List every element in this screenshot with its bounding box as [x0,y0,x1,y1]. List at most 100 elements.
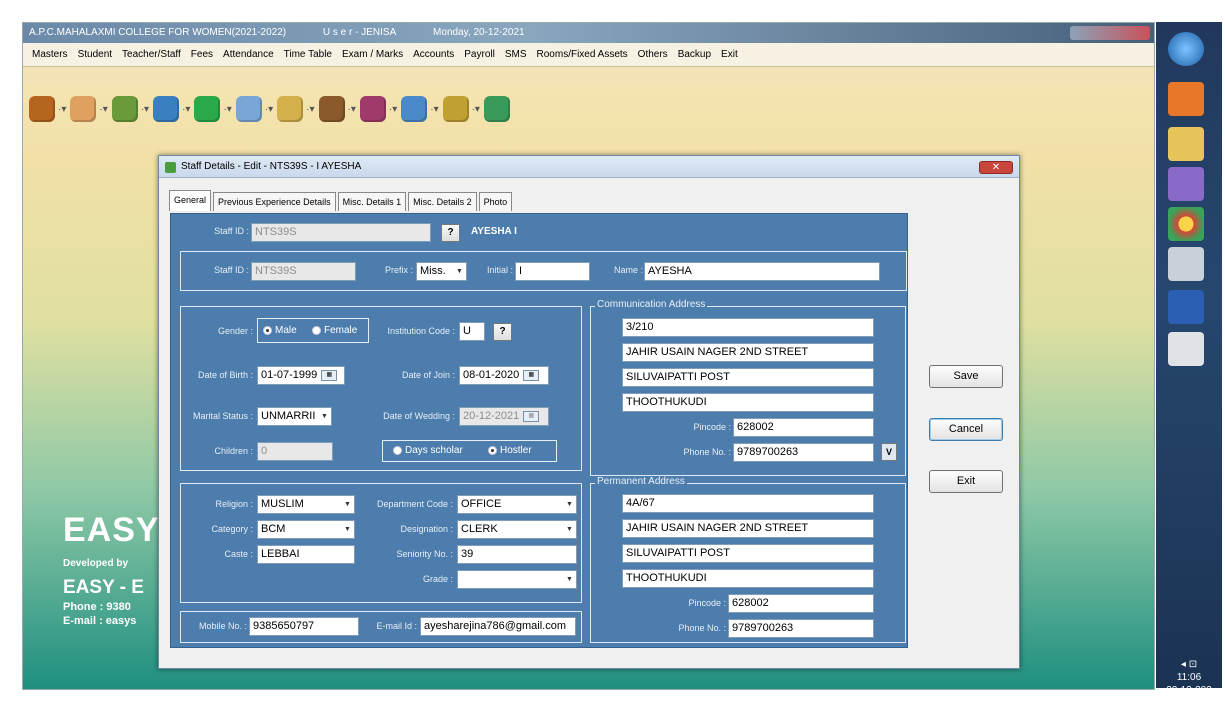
gender-male-radio[interactable]: Male [263,325,297,336]
caste-field[interactable]: LEBBAI [257,545,355,564]
days-scholar-radio[interactable]: Days scholar [393,445,463,456]
paint-icon[interactable] [1168,167,1204,201]
dropdown-icon[interactable]: ·▾ [265,104,273,115]
comm-phone-field[interactable]: 9789700263 [733,443,874,462]
perm-address-line-2[interactable]: JAHIR USAIN NAGER 2ND STREET [622,519,874,538]
gender-female-radio[interactable]: Female [312,325,357,336]
tab-misc-details-1[interactable]: Misc. Details 1 [337,192,407,211]
seniority-field[interactable]: 39 [457,545,577,564]
menu-item-exit[interactable]: Exit [716,49,743,60]
payroll-toolbar-button[interactable]: ·▾ [359,96,397,122]
scanner-icon[interactable] [1168,247,1204,281]
save-button[interactable]: Save [929,365,1003,388]
comm-address-line-1[interactable]: 3/210 [622,318,874,337]
children-field[interactable]: 0 [257,442,333,461]
sms-toolbar-button[interactable]: ·▾ [401,96,439,122]
folder-icon[interactable] [1168,127,1204,161]
initial-field[interactable]: I [515,262,590,281]
menu-item-fees[interactable]: Fees [186,49,218,60]
menu-item-student[interactable]: Student [73,49,117,60]
dropdown-icon[interactable]: ·▾ [58,104,66,115]
tab-general[interactable]: General [169,190,212,211]
chrome-icon[interactable] [1168,207,1204,241]
app-window-icon[interactable] [1168,332,1204,366]
email-field[interactable]: ayesharejina786@gmail.com [420,617,576,636]
comm-pincode-field[interactable]: 628002 [733,418,874,437]
dropdown-icon[interactable]: ·▾ [182,104,190,115]
perm-pincode-field[interactable]: 628002 [728,594,874,613]
dropdown-icon[interactable]: ·▾ [99,104,107,115]
dropdown-icon[interactable]: ·▾ [430,104,438,115]
menu-item-rooms-fixed-assets[interactable]: Rooms/Fixed Assets [532,49,633,60]
window-controls[interactable] [1070,26,1150,40]
menu-item-sms[interactable]: SMS [500,49,532,60]
tab-misc-details-2[interactable]: Misc. Details 2 [408,192,477,211]
designation-select[interactable]: CLERK ▼ [457,520,577,539]
dropdown-icon[interactable]: ·▾ [472,104,480,115]
settings-toolbar-button[interactable]: ·▾ [442,96,480,122]
menu-item-payroll[interactable]: Payroll [459,49,500,60]
dob-picker[interactable]: 01-07-1999 ▦ [257,366,345,385]
copy-address-button[interactable]: V [881,443,897,461]
cancel-button[interactable]: Cancel [929,418,1003,441]
date-of-wedding-picker[interactable]: 20-12-2021 ▦ [459,407,549,426]
perm-phone-field[interactable]: 9789700263 [728,619,874,638]
religion-select[interactable]: MUSLIM ▼ [257,495,355,514]
accounts-toolbar-button[interactable]: ·▾ [318,96,356,122]
staff-lookup-button[interactable]: ? [441,224,460,242]
comm-address-line-3[interactable]: SILUVAIPATTI POST [622,368,874,387]
exam-toolbar-button[interactable]: ·▾ [277,96,315,122]
dropdown-icon[interactable]: ·▾ [141,104,149,115]
tab-previous-experience[interactable]: Previous Experience Details [213,192,336,211]
fees-toolbar-button[interactable]: ·▾ [153,96,190,122]
attendance-toolbar-button[interactable]: ·▾ [194,96,232,122]
grade-select[interactable]: ▼ [457,570,577,589]
tray-icons[interactable]: ◂ ⊡ [1158,658,1220,671]
menu-item-accounts[interactable]: Accounts [408,49,459,60]
staff-id-field[interactable]: NTS39S [251,262,356,281]
category-select[interactable]: BCM ▼ [257,520,355,539]
name-field[interactable]: AYESHA [644,262,880,281]
calendar-icon[interactable]: ▦ [523,410,540,422]
calendar-icon[interactable]: ▦ [523,369,540,381]
gift-toolbar-button[interactable]: ·▾ [29,96,66,122]
calendar-icon[interactable]: ▦ [321,369,338,381]
exit-door-toolbar-button[interactable] [483,96,510,122]
dropdown-icon[interactable]: ·▾ [223,104,231,115]
exit-button[interactable]: Exit [929,470,1003,493]
menu-item-attendance[interactable]: Attendance [218,49,279,60]
menu-item-time-table[interactable]: Time Table [279,49,337,60]
comm-address-line-4[interactable]: THOOTHUKUDI [622,393,874,412]
menu-item-exam-marks[interactable]: Exam / Marks [337,49,408,60]
department-code-select[interactable]: OFFICE ▼ [457,495,577,514]
menu-item-others[interactable]: Others [633,49,673,60]
menu-item-backup[interactable]: Backup [673,49,716,60]
word-icon[interactable] [1168,290,1204,324]
dropdown-icon[interactable]: ·▾ [306,104,314,115]
hostler-radio[interactable]: Hostler [488,445,532,456]
menu-item-teacher-staff[interactable]: Teacher/Staff [117,49,186,60]
tab-photo[interactable]: Photo [478,192,513,211]
perm-address-line-1[interactable]: 4A/67 [622,494,874,513]
close-button[interactable]: ✕ [979,161,1013,174]
comm-address-line-2[interactable]: JAHIR USAIN NAGER 2ND STREET [622,343,874,362]
mobile-field[interactable]: 9385650797 [249,617,359,636]
student-toolbar-button[interactable]: ·▾ [70,96,108,122]
start-orb-icon[interactable] [1168,32,1204,66]
institution-code-field[interactable]: U [459,322,485,341]
doj-picker[interactable]: 08-01-2020 ▦ [459,366,549,385]
dropdown-icon[interactable]: ·▾ [389,104,397,115]
marital-status-select[interactable]: UNMARRII ▼ [257,407,332,426]
perm-address-line-3[interactable]: SILUVAIPATTI POST [622,544,874,563]
prefix-select[interactable]: Miss. ▼ [416,262,467,281]
dropdown-icon[interactable]: ·▾ [348,104,356,115]
staff-id-lookup-field[interactable]: NTS39S [251,223,431,242]
menu-item-masters[interactable]: Masters [27,49,73,60]
teacher-toolbar-button[interactable]: ·▾ [111,96,149,122]
perm-address-line-4[interactable]: THOOTHUKUDI [622,569,874,588]
timetable-toolbar-button[interactable]: ·▾ [235,96,273,122]
media-player-icon[interactable] [1168,82,1204,116]
taskbar: ◂ ⊡ 11:06 20-12-202 [1156,22,1222,696]
clock[interactable]: ◂ ⊡ 11:06 20-12-202 [1158,658,1220,697]
institution-lookup-button[interactable]: ? [493,323,512,341]
